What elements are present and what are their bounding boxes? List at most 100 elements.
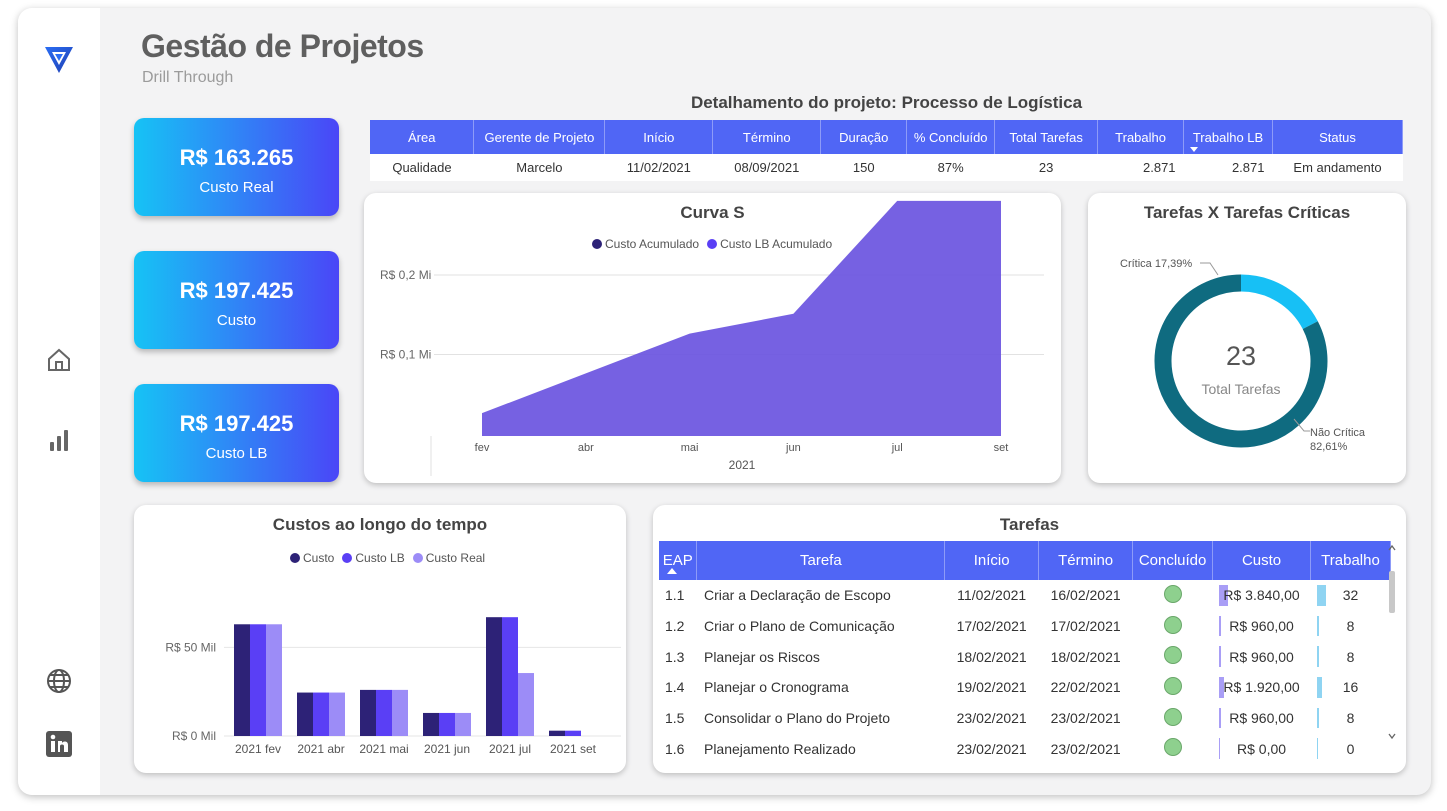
donut-chart[interactable]: 23 Total Tarefas Crítica 17,39% Não Crítica… <box>1088 193 1406 483</box>
bar-custo-real[interactable] <box>392 689 408 736</box>
kpi-label: Custo <box>216 312 257 329</box>
task-tarefa-cell: Criar o Plano de Comunicação <box>703 618 895 635</box>
detail-header-cell[interactable]: Área <box>370 120 475 154</box>
task-eap-cell: 1.4 <box>665 679 685 696</box>
detail-cell: 2.871 <box>1097 154 1184 181</box>
status-cell <box>1133 703 1213 734</box>
task-trabalho-cell: 8 <box>1311 641 1391 672</box>
detail-header-cell[interactable]: Total Tarefas <box>994 120 1099 154</box>
bar-custo-real[interactable] <box>329 692 345 736</box>
databar <box>1218 707 1221 729</box>
task-eap-cell: 1.6 <box>665 740 685 757</box>
tasks-table: EAP Tarefa Início Término Concluído Custo Trab… <box>659 541 1391 764</box>
tasks-header-cell[interactable]: Trabalho <box>1310 541 1391 580</box>
kpi-card-custo[interactable]: R$ 197.425 Custo <box>134 251 339 349</box>
bar-custo-lb[interactable] <box>376 689 392 736</box>
detail-header-cell[interactable]: Gerente de Projeto <box>473 120 606 154</box>
task-tarefa-cell: Consolidar o Plano do Projeto <box>703 710 890 727</box>
kpi-card-custo-lb[interactable]: R$ 197.425 Custo LB <box>134 384 339 482</box>
task-inicio-cell: 11/02/2021 <box>957 587 1027 604</box>
tasks-header-cell[interactable]: Custo <box>1212 541 1311 580</box>
slice-pct-nao-critica: 82,61% <box>1310 441 1348 453</box>
series-area[interactable] <box>482 200 1001 436</box>
databar <box>1218 615 1221 637</box>
task-trabalho-cell: 16 <box>1311 672 1391 703</box>
task-termino-cell: 18/02/2021 <box>1050 648 1121 665</box>
y-tick-label: R$ 0,1 Mi <box>380 348 431 362</box>
bar-custo-lb[interactable] <box>439 712 455 736</box>
task-eap-cell: 1.2 <box>665 618 685 635</box>
status-complete-icon <box>1163 615 1182 634</box>
costs-chart[interactable]: R$ 0 Mil R$ 50 Mil 2021 fev 2021 abr 2021 ma… <box>134 505 626 773</box>
bar-custo-lb[interactable] <box>565 730 581 736</box>
databar <box>1316 707 1319 729</box>
detail-cell: 08/09/2021 <box>712 154 821 181</box>
bar-custo[interactable] <box>360 689 376 736</box>
tasks-header-cell[interactable]: EAP <box>659 541 698 580</box>
task-trabalho-cell: 8 <box>1311 611 1391 642</box>
status-cell <box>1133 580 1213 611</box>
table-row[interactable]: 1.1 Criar a Declaração de Escopo 11/02/202… <box>659 580 1391 611</box>
detail-cell: 87% <box>906 154 995 181</box>
table-row[interactable]: 1.5 Consolidar o Plano do Projeto 23/02/20… <box>659 703 1391 734</box>
kpi-label: Custo LB <box>205 445 268 462</box>
globe-icon[interactable] <box>42 664 76 698</box>
task-trabalho-cell: 0 <box>1311 733 1391 764</box>
detail-header-cell[interactable]: Término <box>712 120 822 154</box>
bar-custo-lb[interactable] <box>313 692 329 736</box>
donut-slice[interactable] <box>1240 274 1318 330</box>
bar-custo-lb[interactable] <box>502 617 518 736</box>
tasks-scrollbar[interactable] <box>1386 541 1398 741</box>
task-trabalho-cell: 32 <box>1311 580 1391 611</box>
status-cell <box>1133 672 1213 703</box>
task-tarefa-cell: Criar a Declaração de Escopo <box>703 587 891 604</box>
bar-custo-real[interactable] <box>266 624 282 736</box>
tasks-header-cell[interactable]: Concluído <box>1132 541 1214 580</box>
table-row[interactable]: 1.2 Criar o Plano de Comunicação 17/02/202… <box>659 611 1391 642</box>
sort-desc-icon[interactable] <box>1190 147 1199 152</box>
detail-header-cell[interactable]: Trabalho LB <box>1183 120 1273 154</box>
detail-header-cell[interactable]: % Concluído <box>906 120 996 154</box>
task-termino-cell: 22/02/2021 <box>1050 679 1121 696</box>
linkedin-icon[interactable] <box>42 727 76 761</box>
tasks-header-cell[interactable]: Término <box>1038 541 1134 580</box>
tasks-header-cell[interactable]: Tarefa <box>696 541 946 580</box>
task-custo-cell: R$ 960,00 <box>1213 703 1311 734</box>
task-inicio-cell: 23/02/2021 <box>956 710 1027 727</box>
table-row[interactable]: 1.6 Planejamento Realizado 23/02/2021 23/02… <box>659 733 1391 764</box>
x-axis-title: 2021 <box>729 458 756 472</box>
slice-label-critica: Crítica 17,39% <box>1120 258 1192 270</box>
x-tick-label: jul <box>891 442 903 454</box>
bar-custo-real[interactable] <box>455 712 471 736</box>
bar-custo-lb[interactable] <box>250 624 266 736</box>
logo-icon[interactable] <box>42 42 76 76</box>
bar-custo-real[interactable] <box>518 673 534 736</box>
task-custo-cell: R$ 3.840,00 <box>1213 580 1311 611</box>
costs-card: Custos ao longo do tempo Custo Custo LB … <box>134 505 626 773</box>
detail-header-cell[interactable]: Trabalho <box>1097 120 1185 154</box>
bar-custo[interactable] <box>549 730 565 736</box>
status-cell <box>1133 733 1213 764</box>
home-icon[interactable] <box>42 343 76 377</box>
curva-s-chart[interactable]: R$ 0,1 Mi R$ 0,2 Mi fev abr mai jun jul set 2021 <box>364 193 1061 483</box>
tasks-header-cell[interactable]: Início <box>944 541 1040 580</box>
detail-cell: Marcelo <box>473 154 605 181</box>
detail-title: Detalhamento do projeto: Processo de Log… <box>690 93 1083 112</box>
table-row[interactable]: 1.4 Planejar o Cronograma 19/02/2021 22/02/… <box>659 672 1391 703</box>
tasks-card: Tarefas EAP Tarefa Início Término Concluído C… <box>653 505 1406 773</box>
task-custo-text: R$ 960,00 <box>1229 648 1294 665</box>
bar-custo[interactable] <box>423 712 439 736</box>
detail-header-cell[interactable]: Início <box>604 120 714 154</box>
detail-header-cell[interactable]: Duração <box>820 120 908 154</box>
bar-chart-icon[interactable] <box>42 423 76 457</box>
bar-custo[interactable] <box>486 617 502 736</box>
bar-custo[interactable] <box>297 692 313 736</box>
table-row[interactable]: 1.3 Planejar os Riscos 18/02/2021 18/02/202… <box>659 641 1391 672</box>
detail-cell: Qualidade <box>370 154 474 181</box>
detail-header-cell[interactable]: Status <box>1272 120 1403 154</box>
task-tarefa-cell: Planejamento Realizado <box>703 740 856 757</box>
databar <box>1218 738 1220 760</box>
sort-asc-icon[interactable] <box>667 568 677 574</box>
bar-custo[interactable] <box>234 624 250 736</box>
kpi-card-custo-real[interactable]: R$ 163.265 Custo Real <box>134 118 339 216</box>
